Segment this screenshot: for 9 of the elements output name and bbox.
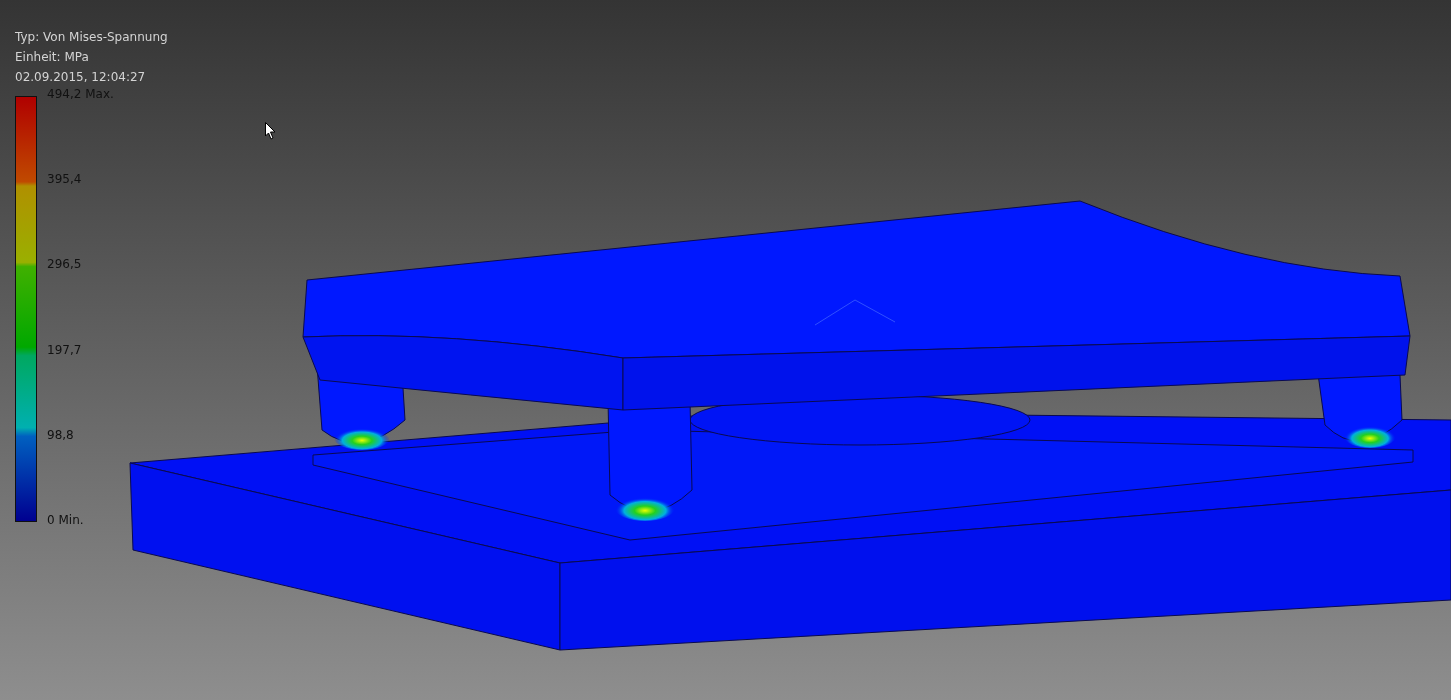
- scale-value-label: 0 Min.: [47, 512, 85, 527]
- unit-label: Einheit: MPa: [15, 49, 90, 66]
- result-type-label: Typ: Von Mises-Spannung: [15, 29, 168, 46]
- scale-value-label: 197,7: [47, 342, 83, 357]
- mouse-pointer-icon: [265, 122, 276, 140]
- scale-value-label: 395,4: [47, 172, 83, 187]
- scale-value-label: 296,5: [47, 257, 83, 272]
- timestamp-label: 02.09.2015, 12:04:27: [15, 69, 147, 86]
- scale-value-label: 98,8: [47, 427, 75, 442]
